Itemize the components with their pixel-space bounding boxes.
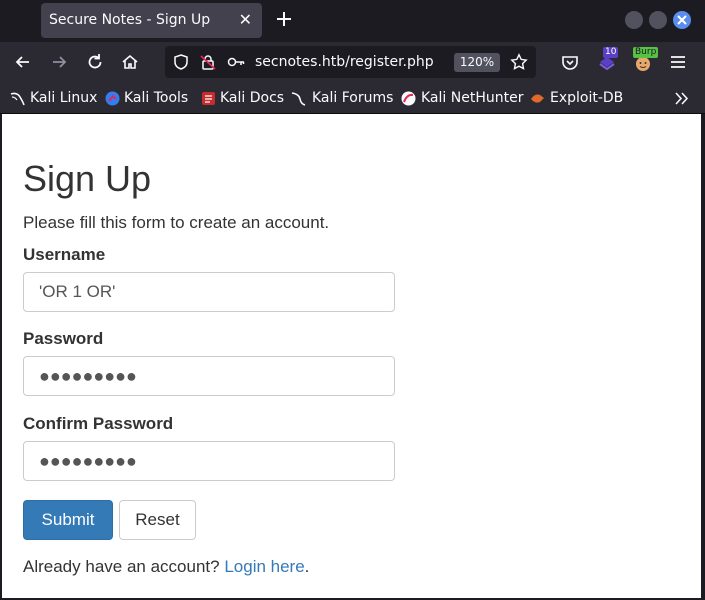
login-prompt: Already have an account? Login here. [23, 557, 309, 577]
url-text[interactable]: secnotes.htb/register.php [255, 54, 434, 70]
zoom-level-button[interactable]: 120% [454, 53, 500, 72]
maximize-button[interactable] [649, 11, 667, 29]
nethunter-icon [401, 91, 416, 106]
extension-icon[interactable]: 10 [597, 47, 619, 72]
page-content: Sign Up Please fill this form to create … [2, 114, 701, 598]
key-icon[interactable] [227, 54, 245, 74]
username-label: Username [23, 245, 106, 264]
exploit-db-icon [530, 91, 545, 106]
burp-badge: Burp [633, 47, 659, 58]
login-prompt-text: Already have an account? [23, 557, 220, 576]
bookmark-kali-forums[interactable]: Kali Forums [312, 90, 393, 106]
bookmark-kali-nethunter[interactable]: Kali NetHunter [421, 90, 523, 106]
reset-button[interactable]: Reset [119, 500, 196, 540]
chevron-double-right-icon[interactable] [674, 91, 689, 106]
url-bar[interactable]: secnotes.htb/register.php 120% [165, 46, 536, 78]
shield-icon[interactable] [172, 53, 190, 75]
extension-badge: 10 [603, 47, 619, 58]
tab-strip: Secure Notes - Sign Up ✕ [0, 0, 705, 42]
home-icon[interactable] [120, 52, 140, 72]
kali-docs-icon [201, 91, 216, 106]
bookmark-exploit-db[interactable]: Exploit-DB [550, 90, 623, 106]
password-label: Password [23, 329, 104, 348]
password-input[interactable]: ●●●●●●●●● [23, 356, 395, 396]
kali-forums-icon [291, 91, 306, 106]
close-window-button[interactable] [673, 11, 691, 29]
pocket-icon[interactable] [560, 52, 580, 72]
back-arrow-icon[interactable] [13, 52, 33, 72]
login-suffix: . [304, 557, 310, 576]
confirm-password-label: Confirm Password [23, 414, 174, 433]
confirm-password-input[interactable]: ●●●●●●●●● [23, 441, 395, 481]
plus-icon[interactable] [274, 9, 294, 29]
bookmark-kali-tools[interactable]: Kali Tools [124, 90, 188, 106]
submit-button[interactable]: Submit [23, 500, 113, 540]
kali-tools-icon [105, 91, 120, 106]
bookmark-kali-linux[interactable]: Kali Linux [30, 90, 97, 106]
navigation-toolbar: secnotes.htb/register.php 120% 10 Burp [0, 42, 705, 82]
reload-icon[interactable] [85, 52, 105, 72]
login-link[interactable]: Login here [224, 557, 304, 576]
minimize-button[interactable] [625, 11, 643, 29]
kali-dragon-icon [10, 91, 25, 106]
tab-close-icon[interactable]: ✕ [239, 10, 252, 30]
burp-extension-icon[interactable]: Burp [633, 47, 659, 72]
bookmark-kali-docs[interactable]: Kali Docs [220, 90, 284, 106]
username-input[interactable]: 'OR 1 OR' [23, 272, 395, 312]
star-bookmark-icon[interactable] [510, 53, 528, 75]
hamburger-menu-icon[interactable] [668, 52, 688, 72]
insecure-lock-icon[interactable] [199, 53, 217, 75]
page-subtitle: Please fill this form to create an accou… [23, 213, 330, 232]
bookmarks-toolbar: Kali Linux Kali Tools Kali Docs Kali For… [0, 82, 705, 114]
forward-arrow-icon[interactable] [49, 52, 69, 72]
tab-title: Secure Notes - Sign Up [49, 12, 211, 28]
page-title: Sign Up [23, 158, 152, 199]
tab-active[interactable]: Secure Notes - Sign Up ✕ [41, 3, 262, 38]
